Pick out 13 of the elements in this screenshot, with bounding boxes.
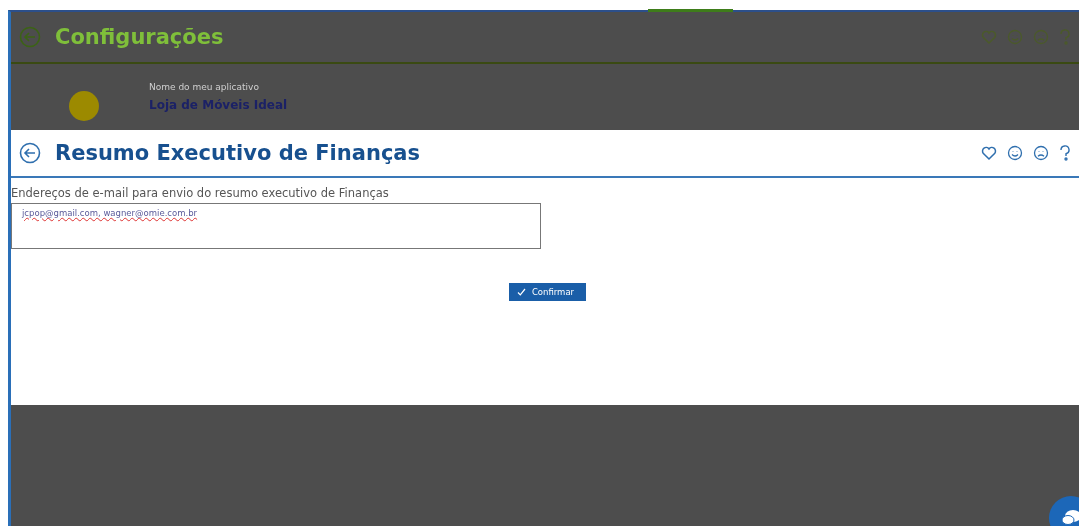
check-icon <box>516 288 526 296</box>
heart-icon[interactable] <box>981 145 997 161</box>
email-label: Endereços de e-mail para envio do resumo executivo de Finanças <box>11 186 390 200</box>
page-title: Configurações <box>55 25 225 49</box>
email-field[interactable]: jcpop@gmail.com, wagner@omie.com.br <box>11 203 541 249</box>
smiley-icon[interactable] <box>1007 145 1023 161</box>
app-name-label: Nome do meu aplicativo <box>149 82 260 92</box>
app-logo-icon <box>69 91 99 121</box>
help-icon[interactable] <box>1059 145 1071 161</box>
dialog-title: Resumo Executivo de Finanças <box>55 141 421 165</box>
chat-bubbles-icon <box>1060 508 1079 526</box>
confirm-button[interactable]: Confirmar <box>508 283 587 301</box>
sad-face-icon[interactable] <box>1033 145 1049 161</box>
